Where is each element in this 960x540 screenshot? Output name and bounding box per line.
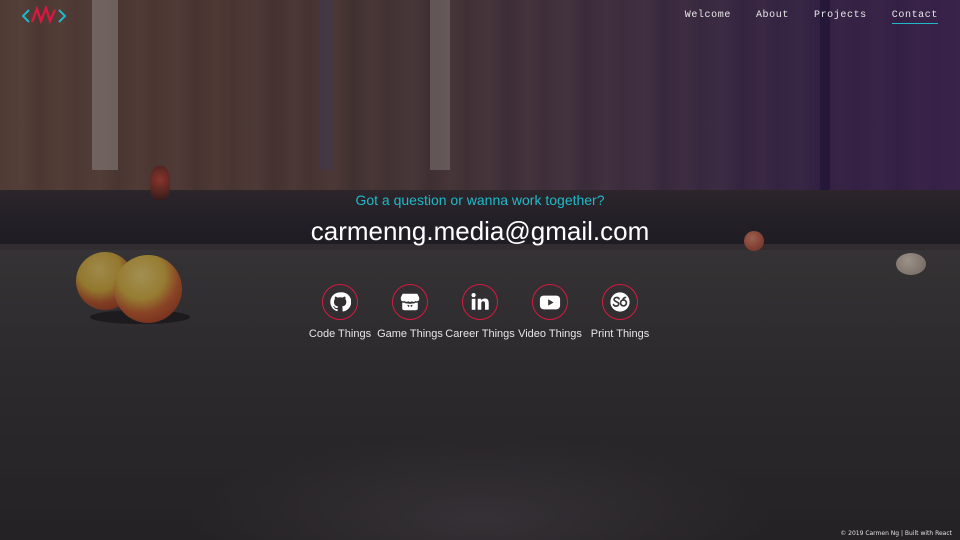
icon-ring bbox=[392, 284, 428, 320]
icon-ring bbox=[532, 284, 568, 320]
social-label: Print Things bbox=[590, 328, 650, 340]
social-label: Video Things bbox=[518, 328, 582, 340]
email-link[interactable]: carmenng.media@gmail.com bbox=[0, 216, 960, 247]
icon-ring bbox=[322, 284, 358, 320]
social-link-itch-io[interactable]: Game Things bbox=[375, 284, 445, 340]
icon-ring bbox=[462, 284, 498, 320]
github-icon bbox=[330, 292, 351, 312]
icon-ring bbox=[602, 284, 638, 320]
youtube-icon bbox=[539, 295, 561, 310]
social-links: Code Things Game Things Career Things Vi… bbox=[305, 284, 655, 354]
footer-credit: © 2019 Carmen Ng | Built with React bbox=[840, 530, 952, 537]
social-link-youtube[interactable]: Video Things bbox=[515, 284, 585, 340]
social-label: Game Things bbox=[377, 328, 443, 340]
social-label: Code Things bbox=[308, 328, 372, 340]
shapeways-icon bbox=[610, 292, 630, 312]
social-link-linkedin[interactable]: Career Things bbox=[445, 284, 515, 340]
linkedin-icon bbox=[471, 293, 489, 310]
itch-io-icon bbox=[400, 293, 420, 311]
contact-section: Got a question or wanna work together? c… bbox=[0, 0, 960, 540]
social-link-github[interactable]: Code Things bbox=[305, 284, 375, 340]
social-link-shapeways[interactable]: Print Things bbox=[585, 284, 655, 340]
social-label: Career Things bbox=[445, 328, 515, 340]
contact-tagline: Got a question or wanna work together? bbox=[355, 192, 605, 208]
